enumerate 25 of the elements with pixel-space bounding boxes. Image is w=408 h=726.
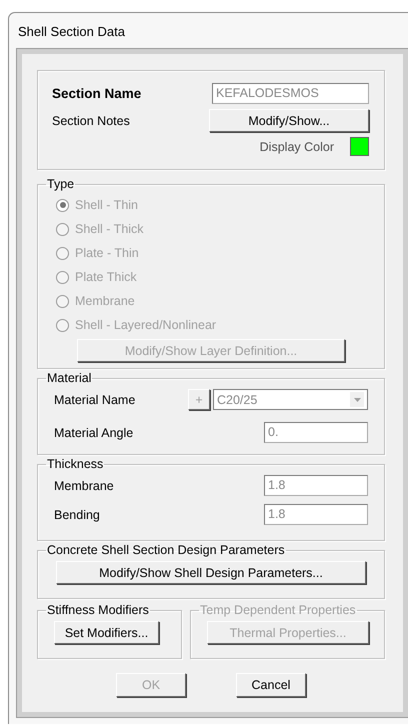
- radio-label: Shell - Layered/Nonlinear: [75, 318, 216, 332]
- group-title: Temp Dependent Properties: [200, 603, 356, 617]
- set-modifiers-button[interactable]: Set Modifiers...: [54, 621, 159, 644]
- field-label: Membrane: [54, 478, 114, 492]
- field-label: Material Angle: [54, 426, 134, 440]
- group-title: Stiffness Modifiers: [47, 603, 149, 617]
- window-title: Shell Section Data: [18, 24, 125, 38]
- radio-label: Shell - Thin: [75, 198, 138, 212]
- field-label: Section Notes: [52, 114, 130, 128]
- group-title: Thickness: [47, 457, 104, 471]
- color-swatch[interactable]: [350, 137, 369, 156]
- radio-label: Shell - Thick: [75, 222, 144, 236]
- field-label: Material Name: [54, 392, 136, 406]
- radio-label: Plate Thick: [75, 270, 137, 284]
- group-title: Material: [47, 371, 92, 385]
- field-label: Section Name: [52, 86, 142, 101]
- radio-label: Plate - Thin: [75, 246, 139, 260]
- radio-label: Membrane: [75, 294, 135, 308]
- modify-button[interactable]: Modify/Show...: [209, 109, 369, 132]
- dialog-button[interactable]: Cancel: [236, 673, 306, 697]
- field-label: Bending: [54, 508, 100, 522]
- group-title: Type: [47, 177, 74, 191]
- field-label: Display Color: [260, 140, 334, 154]
- group-title: Concrete Shell Section Design Parameters: [47, 543, 285, 557]
- design-parameters-button[interactable]: Modify/Show Shell Design Parameters...: [56, 561, 366, 584]
